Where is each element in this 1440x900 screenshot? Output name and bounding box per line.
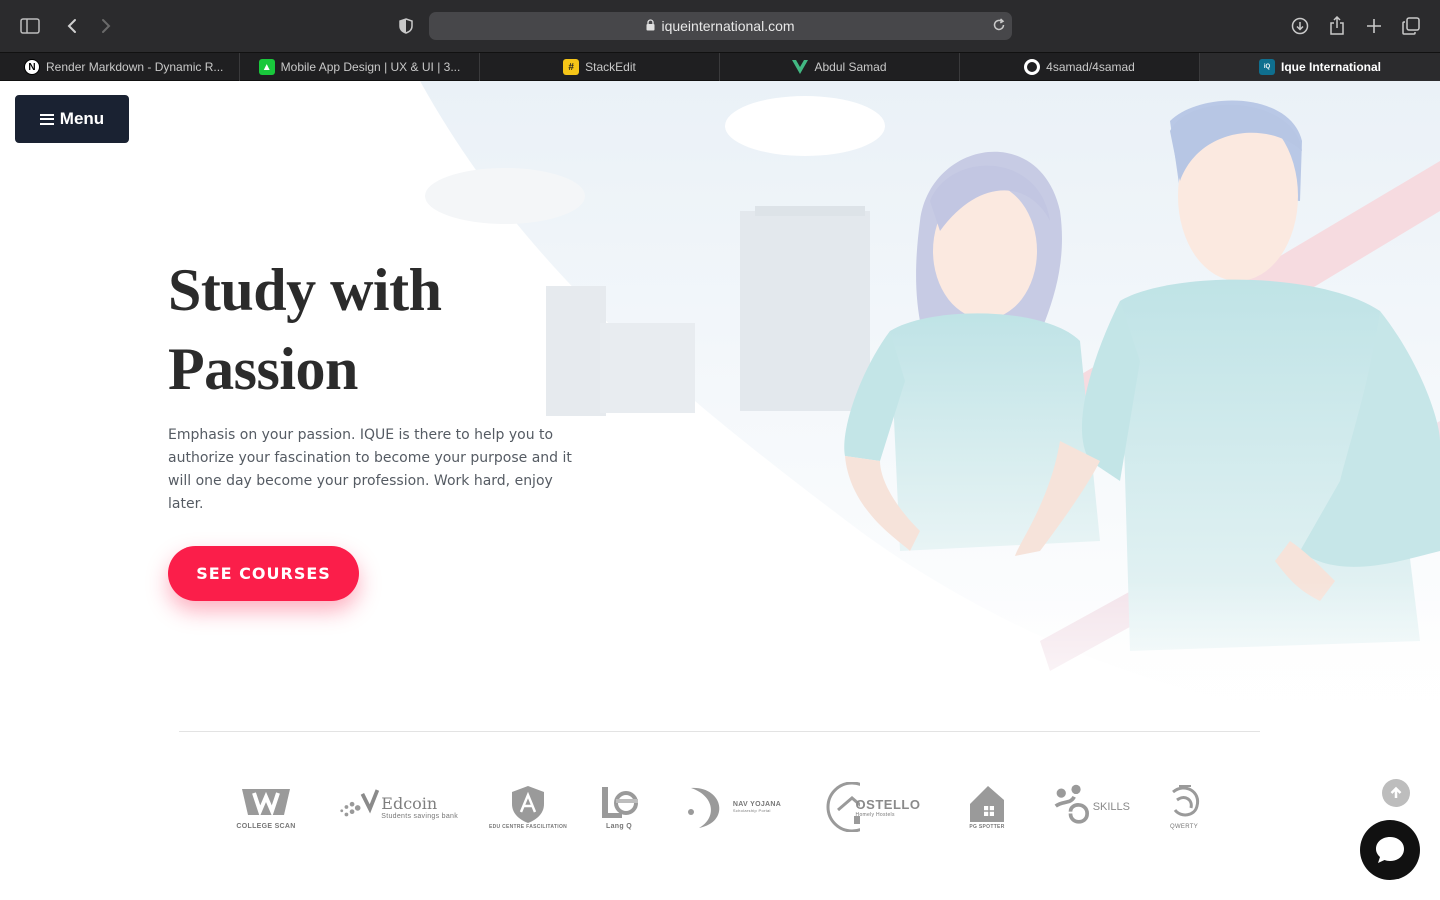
new-tab-icon[interactable] bbox=[1360, 12, 1388, 40]
github-icon bbox=[1024, 59, 1041, 75]
lang-q-caption: Lang Q bbox=[606, 822, 632, 830]
edu-centre-caption: EDU CENTRE FASCILITATION bbox=[488, 824, 568, 830]
hero-title-line2: Passion bbox=[168, 336, 358, 402]
back-icon[interactable] bbox=[58, 12, 86, 40]
arrow-up-icon bbox=[1390, 786, 1402, 798]
reload-icon[interactable] bbox=[992, 18, 1006, 35]
tab-overview-icon[interactable] bbox=[1397, 12, 1425, 40]
tab-ique-international[interactable]: iQ Ique International bbox=[1200, 53, 1440, 81]
privacy-shield-icon[interactable] bbox=[392, 12, 420, 40]
vue-v-icon bbox=[792, 59, 809, 75]
url-text: iqueinternational.com bbox=[661, 18, 795, 34]
tab-stackedit[interactable]: # StackEdit bbox=[480, 53, 720, 81]
tab-label: StackEdit bbox=[585, 60, 636, 74]
ostello-logo: OSTELLO Homely Hostels bbox=[822, 779, 922, 835]
tab-mobile-app-design[interactable]: ▲ Mobile App Design | UX & UI | 3... bbox=[240, 53, 480, 81]
address-bar[interactable]: iqueinternational.com bbox=[429, 12, 1012, 40]
edu-centre-logo: EDU CENTRE FASCILITATION bbox=[489, 779, 567, 835]
hero-title-line1: Study with bbox=[168, 257, 442, 323]
edcoin-logo: Edcoin Students savings bank bbox=[338, 779, 458, 835]
chat-widget-button[interactable] bbox=[1360, 820, 1420, 880]
scroll-to-top-button[interactable] bbox=[1382, 779, 1410, 807]
see-courses-button[interactable]: SEE COURSES bbox=[168, 546, 359, 601]
tab-render-markdown[interactable]: N Render Markdown - Dynamic R... bbox=[0, 53, 240, 81]
forward-icon[interactable] bbox=[92, 12, 120, 40]
notion-n-icon: N bbox=[24, 59, 40, 75]
pg-spotter-logo: PG SPOTTER bbox=[962, 779, 1012, 835]
edcoin-caption: Students savings bank bbox=[381, 813, 458, 820]
pg-spotter-caption: PG SPOTTER bbox=[969, 824, 1005, 830]
browser-toolbar: iqueinternational.com bbox=[0, 0, 1440, 52]
qskills-logo: SKILLS bbox=[1052, 779, 1130, 835]
tab-label: Render Markdown - Dynamic R... bbox=[46, 60, 224, 74]
qskills-name: SKILLS bbox=[1092, 801, 1130, 813]
green-square-icon: ▲ bbox=[258, 59, 275, 75]
hamburger-icon bbox=[39, 111, 54, 127]
hero-title: Study with Passion bbox=[168, 251, 588, 409]
ique-icon: iQ bbox=[1258, 59, 1275, 75]
hero-description: Emphasis on your passion. IQUE is there … bbox=[168, 427, 572, 512]
tab-label: Mobile App Design | UX & UI | 3... bbox=[280, 60, 461, 74]
download-icon[interactable] bbox=[1286, 12, 1314, 40]
nav-yojana-logo: NAV YOJANA Scholarship Portal bbox=[680, 779, 784, 835]
share-icon[interactable] bbox=[1323, 12, 1351, 40]
tab-abdul-samad[interactable]: Abdul Samad bbox=[720, 53, 960, 81]
edcoin-name: Edcoin bbox=[381, 794, 438, 813]
chat-bubble-icon bbox=[1376, 837, 1404, 863]
stackedit-icon: # bbox=[563, 59, 580, 75]
tab-bar: N Render Markdown - Dynamic R... ▲ Mobil… bbox=[0, 52, 1440, 81]
lock-icon bbox=[646, 18, 655, 34]
lang-q-logo: Lang Q bbox=[598, 779, 640, 835]
ostello-caption: Homely Hostels bbox=[855, 811, 895, 818]
section-divider bbox=[179, 731, 1260, 732]
qwerty-logo: QWERTY bbox=[1162, 779, 1206, 835]
tab-label: 4samad/4samad bbox=[1046, 60, 1135, 74]
menu-button[interactable]: Menu bbox=[15, 95, 129, 143]
qwerty-caption: QWERTY bbox=[1169, 824, 1199, 830]
tab-github-4samad[interactable]: 4samad/4samad bbox=[960, 53, 1200, 81]
nav-yojana-name: NAV YOJANA bbox=[732, 801, 782, 808]
college-scan-caption: COLLEGE SCAN bbox=[236, 822, 296, 830]
college-scan-logo: COLLEGE SCAN bbox=[236, 779, 296, 835]
page-content: Menu Study with Passion Emphasis on your… bbox=[0, 81, 1440, 900]
menu-label: Menu bbox=[59, 109, 105, 128]
tab-label: Abdul Samad bbox=[814, 60, 887, 74]
ostello-name: OSTELLO bbox=[855, 796, 921, 812]
tab-label: Ique International bbox=[1280, 60, 1381, 74]
nav-yojana-caption: Scholarship Portal bbox=[732, 808, 771, 813]
sidebar-toggle-icon[interactable] bbox=[16, 12, 44, 40]
